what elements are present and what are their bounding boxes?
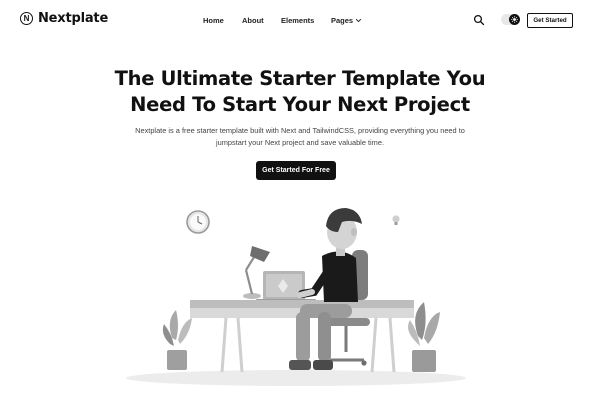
potted-plant-left [162,310,192,370]
laptop-icon [256,271,316,302]
search-icon[interactable] [473,14,485,26]
theme-toggle-knob [509,14,520,25]
site-header: N Nextplate Home About Elements Pages Ge… [0,0,600,40]
theme-toggle[interactable] [501,14,520,25]
wall-clock-icon [186,210,210,234]
get-started-button[interactable]: Get Started [527,13,573,28]
floor-shadow [126,370,466,386]
hero-description-line-1: Nextplate is a free starter template bui… [135,126,465,135]
chevron-down-icon [356,18,362,23]
hero-description: Nextplate is a free starter template bui… [120,125,480,148]
nav-elements[interactable]: Elements [281,16,314,25]
nav-home[interactable]: Home [203,16,224,25]
nav-about[interactable]: About [242,16,264,25]
hero-illustration [126,208,466,386]
hero-description-line-2: jumpstart your Next project and save val… [215,137,384,147]
nav-pages-label: Pages [331,16,354,25]
light-bulb-icon [392,215,400,225]
hero-title-line-1: The Ultimate Starter Template You [114,67,486,90]
hero-title-line-2: Need To Start Your Next Project [130,93,470,116]
sun-icon [511,16,518,23]
nav-pages[interactable]: Pages [331,16,362,25]
hero-title: The Ultimate Starter Template You Need T… [0,66,600,118]
get-started-free-button[interactable]: Get Started For Free [256,161,336,180]
